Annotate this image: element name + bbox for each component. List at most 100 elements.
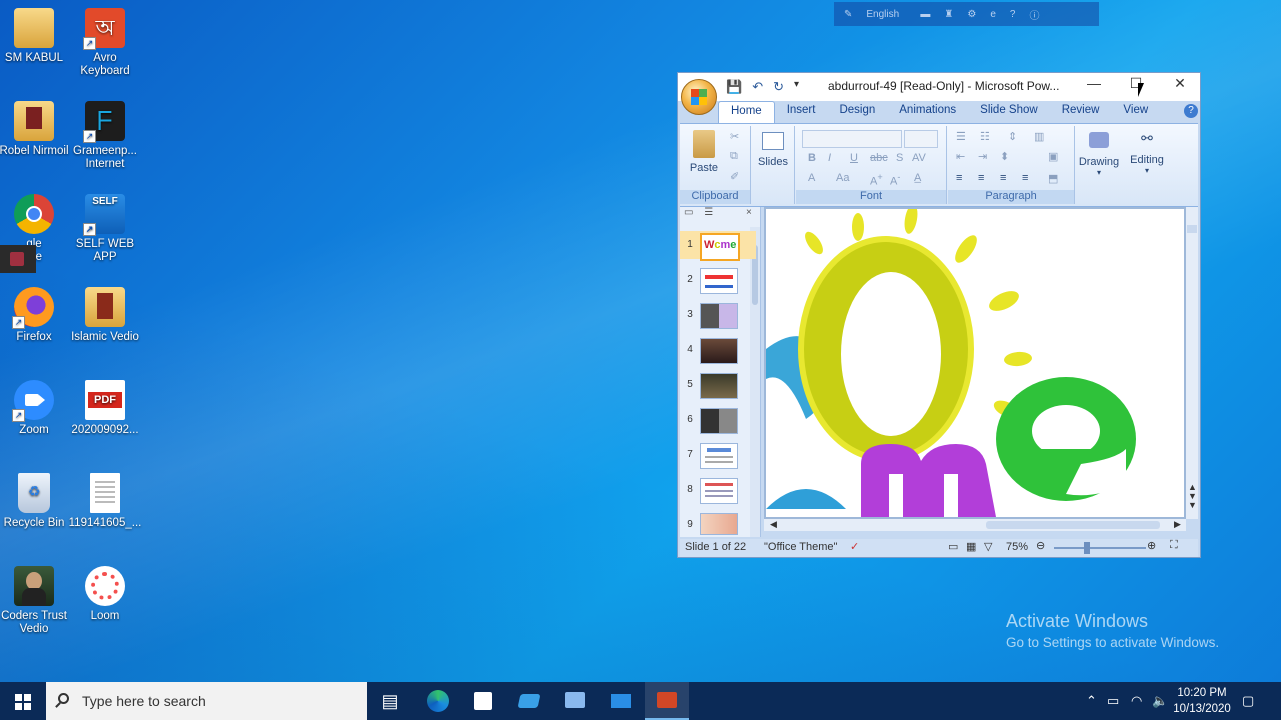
info-icon[interactable]: ⓘ <box>1029 7 1039 22</box>
powerpoint-window[interactable]: abdurrouf-49 [Read-Only] - Microsoft Pow… <box>677 72 1201 558</box>
handwriting-icon[interactable]: ✎ <box>844 9 852 20</box>
help-icon[interactable]: ? <box>1184 104 1198 118</box>
slides-pane[interactable]: ▭ ☰ × 1 Wcme 2 3 4 5 6 7 8 9 <box>680 207 761 537</box>
font-color-icon[interactable]: A̲ <box>914 172 921 184</box>
slide-thumbnail[interactable]: 7 <box>680 441 756 469</box>
copy-icon[interactable]: ⧉ <box>730 150 738 163</box>
tab-review[interactable]: Review <box>1050 101 1112 123</box>
slide-thumbnail[interactable]: 1 Wcme <box>680 231 756 261</box>
close-pane-icon[interactable]: × <box>746 207 752 218</box>
numbering-icon[interactable]: ☷ <box>980 130 990 143</box>
strikethrough-icon[interactable]: abc <box>870 152 888 164</box>
columns-icon[interactable]: ▥ <box>1034 130 1044 143</box>
mail-icon[interactable] <box>599 682 643 720</box>
taskbar-search-box[interactable]: Type here to search <box>46 682 367 720</box>
increase-indent-icon[interactable]: ⇥ <box>978 150 987 163</box>
office-button[interactable] <box>681 79 717 115</box>
language-bar[interactable]: ✎ English ▬ ♜ ⚙ e ? ⓘ <box>834 2 1099 26</box>
align-center-icon[interactable]: ≡ <box>978 172 984 184</box>
slide-show-icon[interactable]: ▽ <box>984 540 992 553</box>
desktop-icon-recycle-bin[interactable]: ♻ Recycle Bin <box>0 473 71 530</box>
align-right-icon[interactable]: ≡ <box>1000 172 1006 184</box>
tab-animations[interactable]: Animations <box>887 101 968 123</box>
font-name-box[interactable] <box>802 130 902 148</box>
clear-formatting-icon[interactable]: A <box>808 172 815 184</box>
desktop-icon-grameenphone[interactable]: ᖴ ↗ Grameenp... Internet <box>68 101 142 171</box>
search-placeholder[interactable]: Type here to search <box>82 693 206 709</box>
app-taskbar-icon[interactable] <box>507 682 551 720</box>
edge-icon[interactable]: e <box>990 9 996 20</box>
slides-tab-icon[interactable]: ▭ <box>684 207 693 218</box>
help-icon[interactable]: ? <box>1010 9 1016 20</box>
tab-insert[interactable]: Insert <box>775 101 828 123</box>
desktop-icon-firefox[interactable]: ↗ Firefox <box>0 287 71 344</box>
zoom-in-icon[interactable]: ⊕ <box>1147 539 1156 552</box>
task-view-icon[interactable]: ▤ <box>368 682 412 720</box>
desktop-icon-islamic-vedio[interactable]: Islamic Vedio <box>68 287 142 344</box>
paste-button[interactable]: Paste <box>686 130 722 174</box>
powerpoint-taskbar-icon[interactable] <box>645 682 689 720</box>
tools-icon[interactable]: ♜ <box>944 9 953 20</box>
edge-taskbar-icon[interactable] <box>415 682 459 720</box>
desktop-icon-document[interactable]: 119141605_... <box>68 473 142 530</box>
cut-icon[interactable]: ✂ <box>730 130 739 143</box>
align-text-icon[interactable]: ⬒ <box>1048 172 1058 185</box>
zoom-slider[interactable] <box>1054 542 1146 554</box>
shadow-icon[interactable]: S <box>896 152 903 164</box>
underline-icon[interactable]: U <box>850 152 858 164</box>
desktop-icon-coders-trust-vedio[interactable]: Coders Trust Vedio <box>0 566 71 636</box>
tab-home[interactable]: Home <box>718 101 775 124</box>
zoom-out-icon[interactable]: ⊖ <box>1036 539 1045 552</box>
slide-thumbnail[interactable]: 6 <box>680 406 756 434</box>
tab-design[interactable]: Design <box>827 101 887 123</box>
slide-vertical-scrollbar[interactable]: ▲ ▼ ▼ <box>1186 207 1198 519</box>
zoom-slider-thumb[interactable] <box>1084 542 1090 554</box>
slides-button[interactable]: Slides <box>756 130 790 168</box>
zoom-level[interactable]: 75% <box>1006 541 1028 553</box>
bold-icon[interactable]: B <box>808 152 816 164</box>
drawing-group[interactable]: Drawing ▾ <box>1076 126 1122 204</box>
undo-icon[interactable]: ↶ <box>752 79 763 95</box>
network-icon[interactable]: ◠ <box>1131 682 1142 720</box>
font-size-box[interactable] <box>904 130 938 148</box>
tab-slide-show[interactable]: Slide Show <box>968 101 1050 123</box>
slide-thumbnail[interactable]: 8 <box>680 476 756 504</box>
desktop-icon-robel-nirmoil[interactable]: Robel Nirmoil <box>0 101 71 158</box>
tab-view[interactable]: View <box>1111 101 1160 123</box>
save-icon[interactable]: 💾 <box>726 79 742 95</box>
outline-tab-icon[interactable]: ☰ <box>704 207 713 218</box>
show-hidden-icons[interactable]: ⌃ <box>1086 682 1097 720</box>
close-button[interactable]: ✕ <box>1166 75 1194 92</box>
grow-font-icon[interactable]: A+ <box>870 172 883 188</box>
desktop-icon-pdf[interactable]: PDF 202009092... <box>68 380 142 437</box>
slide-thumbnail[interactable]: 2 <box>680 266 756 294</box>
bullets-icon[interactable]: ☰ <box>956 130 966 143</box>
drawing-button[interactable]: Drawing ▾ <box>1078 130 1120 177</box>
italic-icon[interactable]: I <box>828 152 831 164</box>
notifications-icon[interactable]: ▢ <box>1242 682 1254 720</box>
redo-icon[interactable]: ↻ <box>773 79 784 95</box>
slide-thumbnail[interactable]: 3 <box>680 301 756 329</box>
network-app-icon[interactable] <box>553 682 597 720</box>
maximize-button[interactable]: ☐ <box>1122 75 1150 92</box>
text-direction-icon[interactable]: ⬍ <box>1000 150 1009 163</box>
spell-check-icon[interactable]: ✓ <box>850 540 859 553</box>
slide-horizontal-scrollbar[interactable]: ◀ ▶ <box>764 519 1186 531</box>
slide-editor[interactable] <box>764 207 1186 519</box>
desktop-icon-avro-keyboard[interactable]: অ ↗ Avro Keyboard <box>68 8 142 78</box>
start-button[interactable] <box>0 682 46 720</box>
language-label[interactable]: English <box>866 9 906 20</box>
slide-thumbnail[interactable]: 5 <box>680 371 756 399</box>
editing-button[interactable]: ⚯ Editing ▾ <box>1126 130 1168 175</box>
current-slide[interactable] <box>766 209 1184 517</box>
decrease-indent-icon[interactable]: ⇤ <box>956 150 965 163</box>
fit-to-window-icon[interactable]: ⛶ <box>1170 539 1178 552</box>
taskbar-overlay-app-icon[interactable] <box>0 245 36 273</box>
editing-group[interactable]: ⚯ Editing ▾ <box>1124 126 1170 204</box>
shrink-font-icon[interactable]: A- <box>890 172 900 188</box>
normal-view-icon[interactable]: ▭ <box>948 540 958 553</box>
desktop-icon-self-web-app[interactable]: SELF ↗ SELF WEB APP <box>68 194 142 264</box>
settings-icon[interactable]: ⚙ <box>967 9 976 20</box>
char-spacing-icon[interactable]: AV <box>912 152 926 164</box>
desktop-icon-sm-kabul[interactable]: SM KABUL <box>0 8 71 65</box>
